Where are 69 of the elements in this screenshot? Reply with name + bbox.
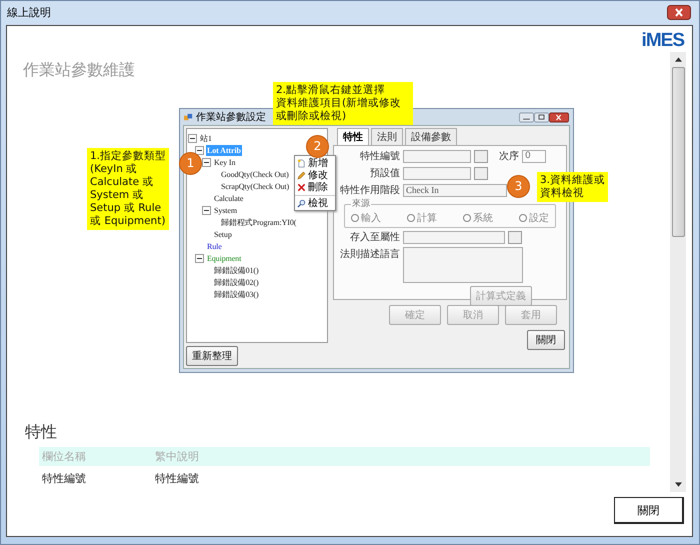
scrollbar[interactable]: [670, 52, 686, 492]
collapse-icon[interactable]: [188, 134, 197, 142]
app-icon: [184, 112, 193, 122]
page-icon: [297, 158, 306, 168]
callout-note: 2.點擊滑鼠右鍵並選擇 資料維護項目(新增或修改 或刪除或檢視): [273, 82, 413, 125]
tree-node[interactable]: 歸錯程式Program:YI0(: [220, 216, 298, 228]
close-icon[interactable]: [667, 4, 691, 20]
tree-node[interactable]: 歸錯設備01(): [213, 264, 260, 276]
radio-option[interactable]: 計算: [407, 211, 437, 225]
collapse-icon[interactable]: [202, 206, 211, 214]
app-window-title: 作業站參數設定: [196, 110, 266, 124]
column-header: 欄位名稱: [41, 449, 87, 464]
close-button[interactable]: 關閉: [527, 330, 565, 350]
pencil-icon: [297, 170, 306, 180]
collapse-icon[interactable]: [202, 158, 211, 166]
table-cell-text: 特性編號: [154, 470, 200, 486]
input-field[interactable]: [403, 166, 471, 180]
menu-item[interactable]: 新增: [308, 156, 328, 170]
refresh-button[interactable]: 重新整理: [186, 346, 238, 366]
field-label: 存入至屬性: [349, 232, 400, 242]
close-button[interactable]: 關閉: [614, 497, 684, 524]
logo: iMES: [642, 30, 684, 52]
tree-node[interactable]: Setup: [213, 228, 233, 240]
browse-button[interactable]: [474, 166, 488, 180]
input-field[interactable]: [403, 231, 505, 244]
tree-node[interactable]: GoodQty(Check Out): [220, 168, 290, 180]
tree-node[interactable]: 站1: [199, 132, 213, 144]
input-field[interactable]: [403, 150, 471, 162]
callout-note: 1.指定參數類型 (KeyIn 或 Calculate 或 System 或 Setup 或 Rule 或 Equipment): [87, 148, 170, 230]
tab[interactable]: 法則: [371, 128, 403, 145]
field-label: 預設值: [369, 166, 400, 180]
scroll-thumb[interactable]: [672, 67, 684, 237]
field-label: 法則描述語言: [339, 248, 400, 261]
browse-button[interactable]: [474, 150, 488, 162]
tree-node[interactable]: Calculate: [213, 192, 244, 204]
tab[interactable]: 特性: [337, 128, 369, 145]
scroll-down-icon[interactable]: [674, 482, 682, 487]
tree-node[interactable]: 歸錯設備03(): [213, 288, 260, 300]
tree-node[interactable]: System: [213, 204, 238, 216]
table-cell-text: 特性編號: [41, 470, 87, 486]
page-heading: 作業站參數維護: [23, 60, 136, 81]
delete-icon: [297, 182, 306, 192]
field-label: 次序: [499, 150, 519, 163]
tree-node[interactable]: Key In: [213, 156, 236, 168]
window-title: 線上說明: [7, 4, 51, 20]
menu-item[interactable]: 修改: [308, 168, 328, 182]
radio-option[interactable]: 設定: [519, 211, 549, 225]
collapse-icon[interactable]: [195, 146, 204, 154]
group-legend: 來源: [351, 198, 371, 210]
tree-node[interactable]: 歸錯設備02(): [213, 276, 260, 288]
collapse-icon[interactable]: [195, 254, 204, 262]
radio-option[interactable]: 系統: [463, 211, 493, 225]
search-icon: [297, 198, 306, 208]
tree-node[interactable]: Equipment: [206, 252, 242, 264]
window-controls-icon[interactable]: [519, 112, 569, 122]
callout-note: 3.資料維護或 資料檢視: [537, 172, 608, 202]
radio-option[interactable]: 輸入: [351, 211, 381, 225]
section-heading: 特性: [25, 422, 58, 443]
scroll-up-icon[interactable]: [674, 57, 682, 62]
tab[interactable]: 設備參數: [405, 128, 457, 145]
column-header: 繁中說明: [154, 449, 200, 464]
tree-node[interactable]: ScrapQty(Check Out): [220, 180, 290, 192]
menu-item[interactable]: 刪除: [308, 180, 328, 194]
stage-dropdown[interactable]: Check In: [403, 184, 507, 196]
spinner-field[interactable]: 0: [522, 150, 546, 162]
menu-item[interactable]: 檢視: [308, 196, 328, 210]
field-label: 特性編號: [359, 150, 400, 163]
tree-node[interactable]: Rule: [206, 240, 223, 252]
field-label: 特性作用階段: [339, 184, 400, 197]
